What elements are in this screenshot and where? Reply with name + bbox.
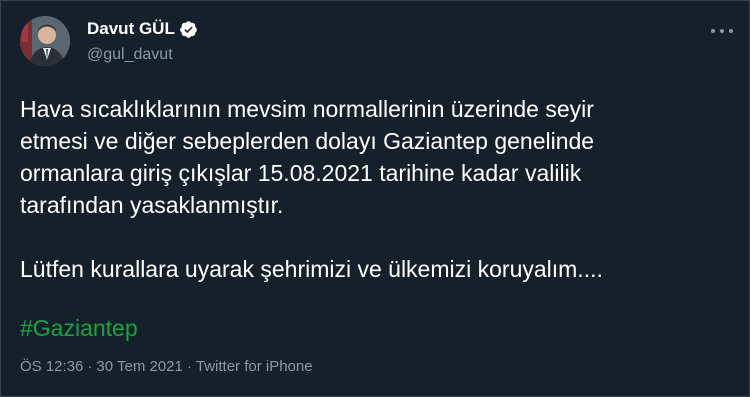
tweet-source[interactable]: Twitter for iPhone <box>196 358 313 376</box>
tweet-date[interactable]: 30 Tem 2021 <box>96 358 182 376</box>
avatar-image <box>20 16 70 66</box>
more-options-button[interactable] <box>711 21 733 41</box>
tweet-text: Hava sıcaklıklarının mevsim normallerini… <box>20 96 603 282</box>
more-horizontal-icon-dot <box>729 29 733 33</box>
more-horizontal-icon <box>711 29 715 33</box>
author-name-row[interactable]: Davut GÜL <box>87 19 198 39</box>
author-handle[interactable]: @gul_davut <box>87 46 173 64</box>
tweet-time[interactable]: ÖS 12:36 <box>20 358 83 376</box>
verified-badge-icon <box>180 20 197 38</box>
tweet-card: Davut GÜL @gul_davut Hava sıcaklıklarını… <box>0 0 750 397</box>
hashtag-link[interactable]: #Gaziantep <box>20 313 138 343</box>
more-horizontal-icon-dot <box>720 29 724 33</box>
author-display-name[interactable]: Davut GÜL <box>87 19 175 39</box>
meta-separator: · <box>186 358 192 375</box>
tweet-meta: ÖS 12:36 · 30 Tem 2021 · Twitter for iPh… <box>20 358 313 376</box>
meta-separator: · <box>87 358 93 375</box>
avatar[interactable] <box>20 16 70 66</box>
